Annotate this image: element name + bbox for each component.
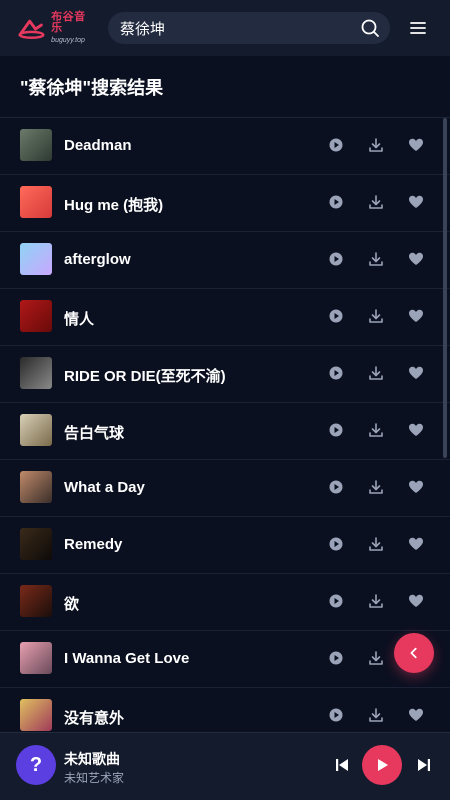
- download-icon[interactable]: [368, 137, 384, 153]
- song-cover: [20, 471, 52, 503]
- song-row[interactable]: RIDE OR DIE(至死不渝): [0, 346, 450, 403]
- heart-icon[interactable]: [408, 137, 424, 153]
- play-song-icon[interactable]: [328, 365, 344, 381]
- app-logo[interactable]: 布谷音乐 buguyy.top: [16, 12, 96, 44]
- heart-icon[interactable]: [408, 308, 424, 324]
- play-song-icon[interactable]: [328, 251, 344, 267]
- heart-icon[interactable]: [408, 707, 424, 723]
- play-song-icon[interactable]: [328, 422, 344, 438]
- song-cover: [20, 186, 52, 218]
- heart-icon[interactable]: [408, 365, 424, 381]
- player-song-title: 未知歌曲: [64, 751, 120, 767]
- song-title[interactable]: Hug me (抱我): [64, 194, 163, 215]
- song-cover: [20, 357, 52, 389]
- song-row[interactable]: What a Day: [0, 460, 450, 517]
- play-song-icon[interactable]: [328, 137, 344, 153]
- logo-url: buguyy.top: [51, 37, 85, 44]
- song-cover: [20, 585, 52, 617]
- song-row[interactable]: Remedy: [0, 517, 450, 574]
- heart-icon[interactable]: [408, 536, 424, 552]
- heart-icon[interactable]: [408, 422, 424, 438]
- song-title[interactable]: RIDE OR DIE(至死不渝): [64, 365, 226, 386]
- song-title[interactable]: Remedy: [64, 536, 122, 553]
- song-cover: [20, 300, 52, 332]
- song-row[interactable]: 没有意外: [0, 688, 450, 732]
- song-title[interactable]: 欲: [64, 593, 79, 614]
- download-icon[interactable]: [368, 251, 384, 267]
- download-icon[interactable]: [368, 707, 384, 723]
- play-song-icon[interactable]: [328, 707, 344, 723]
- download-icon[interactable]: [368, 650, 384, 666]
- search-query: 蔡徐坤: [120, 20, 166, 38]
- player-cover[interactable]: ?: [16, 745, 56, 785]
- app-header: 布谷音乐 buguyy.top 蔡徐坤: [0, 0, 450, 56]
- download-icon[interactable]: [368, 365, 384, 381]
- song-title[interactable]: afterglow: [64, 251, 131, 268]
- song-title[interactable]: 没有意外: [64, 707, 124, 728]
- song-list: Deadman Hug me (抱我) afterglow 情人 RIDE OR DIE…: [0, 118, 450, 732]
- song-title[interactable]: What a Day: [64, 479, 145, 496]
- previous-track-icon[interactable]: [334, 757, 350, 773]
- search-icon[interactable]: [360, 18, 380, 38]
- menu-icon[interactable]: [408, 18, 428, 38]
- download-icon[interactable]: [368, 422, 384, 438]
- download-icon[interactable]: [368, 536, 384, 552]
- song-cover: [20, 414, 52, 446]
- scrollbar[interactable]: [443, 118, 447, 458]
- player-artist: 未知艺术家: [64, 771, 125, 785]
- heart-icon[interactable]: [408, 593, 424, 609]
- download-icon[interactable]: [368, 194, 384, 210]
- heart-icon[interactable]: [408, 251, 424, 267]
- song-cover: [20, 699, 52, 731]
- play-song-icon[interactable]: [328, 308, 344, 324]
- song-title[interactable]: 情人: [64, 308, 94, 329]
- play-song-icon[interactable]: [328, 479, 344, 495]
- song-cover: [20, 642, 52, 674]
- back-button[interactable]: [394, 633, 434, 673]
- heart-icon[interactable]: [408, 194, 424, 210]
- play-song-icon[interactable]: [328, 593, 344, 609]
- chevron-left-icon: [410, 647, 417, 659]
- song-row[interactable]: Hug me (抱我): [0, 175, 450, 232]
- song-row[interactable]: 情人: [0, 289, 450, 346]
- search-input[interactable]: 蔡徐坤: [108, 12, 390, 44]
- song-title[interactable]: I Wanna Get Love: [64, 650, 189, 667]
- song-cover: [20, 129, 52, 161]
- download-icon[interactable]: [368, 308, 384, 324]
- song-row[interactable]: 告白气球: [0, 403, 450, 460]
- play-song-icon[interactable]: [328, 536, 344, 552]
- song-row[interactable]: Deadman: [0, 118, 450, 175]
- logo-name: 布谷音乐: [51, 11, 86, 34]
- play-icon: [378, 759, 388, 771]
- results-header: "蔡徐坤"搜索结果: [0, 56, 450, 118]
- mini-player: ? 未知歌曲 未知艺术家: [0, 732, 450, 800]
- logo-icon: [18, 19, 45, 39]
- song-title[interactable]: Deadman: [64, 137, 132, 154]
- song-row[interactable]: afterglow: [0, 232, 450, 289]
- page-title: "蔡徐坤"搜索结果: [20, 77, 164, 98]
- heart-icon[interactable]: [408, 479, 424, 495]
- next-track-icon[interactable]: [416, 757, 432, 773]
- song-cover: [20, 243, 52, 275]
- song-cover: [20, 528, 52, 560]
- download-icon[interactable]: [368, 479, 384, 495]
- song-title[interactable]: 告白气球: [64, 422, 124, 443]
- download-icon[interactable]: [368, 593, 384, 609]
- play-song-icon[interactable]: [328, 194, 344, 210]
- song-row[interactable]: 欲: [0, 574, 450, 631]
- play-song-icon[interactable]: [328, 650, 344, 666]
- play-button[interactable]: [362, 745, 402, 785]
- song-row[interactable]: I Wanna Get Love: [0, 631, 450, 688]
